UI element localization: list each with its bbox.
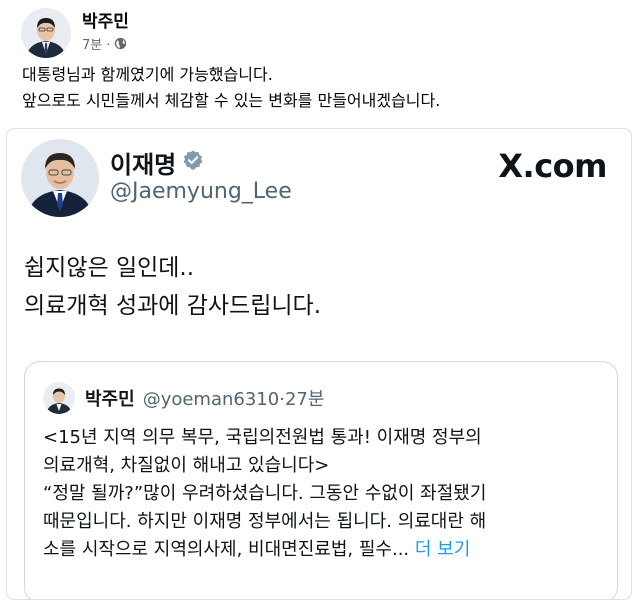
verified-badge-icon [182, 149, 204, 177]
post-meta: 7분 · [82, 37, 129, 56]
quoted-tweet-header: 박주민 @yoeman6310·27분 [43, 382, 324, 414]
x-logo-text: X.com [498, 147, 607, 185]
post-text: 대통령님과 함께였기에 가능했습니다. 앞으로도 시민들께서 체감할 수 있는 … [22, 62, 440, 114]
meta-separator: · [106, 38, 111, 53]
quoted-body-line: “정말 될까?”많이 우려하셨습니다. 그동안 수없이 좌절됐기 [43, 483, 487, 504]
quoted-body-line-last: 소를 시작으로 지역의사제, 비대면진료법, 필수... 더 보기 [43, 536, 613, 564]
quoted-body-line: 때문입니다. 하지만 이재명 정부에서는 됩니다. 의료대란 해 [43, 511, 487, 532]
quoted-tweet-body: <15년 지역 의무 복무, 국립의전원법 통과! 이재명 정부의 의료개혁, … [43, 424, 613, 564]
quoted-author-name: 박주민 [85, 389, 135, 410]
post-header: 박주민 7분 · [21, 8, 129, 58]
quoted-author-avatar [43, 382, 75, 414]
tweet-author-handle: @Jaemyung_Lee [110, 179, 292, 204]
facebook-post: 박주민 7분 · 대통령님과 함께였기에 가능했습니다. 앞으로도 시민들께서 … [0, 0, 637, 600]
quoted-handle-text: @yoeman6310 [142, 389, 280, 410]
quoted-body-truncated: 소를 시작으로 지역의사제, 비대면진료법, 필수... [43, 539, 410, 560]
quoted-body-line: <15년 지역 의무 복무, 국립의전원법 통과! 이재명 정부의 [43, 427, 482, 448]
quoted-author-handle: @yoeman6310·27분 [143, 385, 325, 411]
author-name[interactable]: 박주민 [82, 11, 129, 33]
globe-icon [114, 37, 127, 56]
tweet-body-line: 의료개혁 성과에 감사드립니다. [24, 293, 322, 319]
see-more-link: 더 보기 [414, 539, 471, 560]
tweet-body: 쉽지않은 일인데.. 의료개혁 성과에 감사드립니다. [24, 249, 321, 325]
author-avatar[interactable] [21, 8, 71, 58]
post-text-line: 앞으로도 시민들께서 체감할 수 있는 변화를 만들어내겠습니다. [22, 91, 441, 110]
shared-tweet-image[interactable]: 이재명 @Jaemyung_Lee X.com 쉽지않은 일인데.. 의료개혁 … [6, 128, 632, 600]
quoted-time: 27분 [284, 389, 325, 410]
tweet-author-name: 이재명 [110, 145, 204, 180]
tweet-body-line: 쉽지않은 일인데.. [24, 255, 195, 281]
tweet-author-avatar [21, 139, 99, 217]
quoted-tweet: 박주민 @yoeman6310·27분 <15년 지역 의무 복무, 국립의전원… [24, 361, 618, 599]
post-text-line: 대통령님과 함께였기에 가능했습니다. [22, 65, 273, 84]
quoted-body-line: 의료개혁, 차질없이 해내고 있습니다> [43, 455, 330, 476]
post-time[interactable]: 7분 [82, 37, 102, 55]
tweet-author-name-text: 이재명 [110, 151, 177, 179]
